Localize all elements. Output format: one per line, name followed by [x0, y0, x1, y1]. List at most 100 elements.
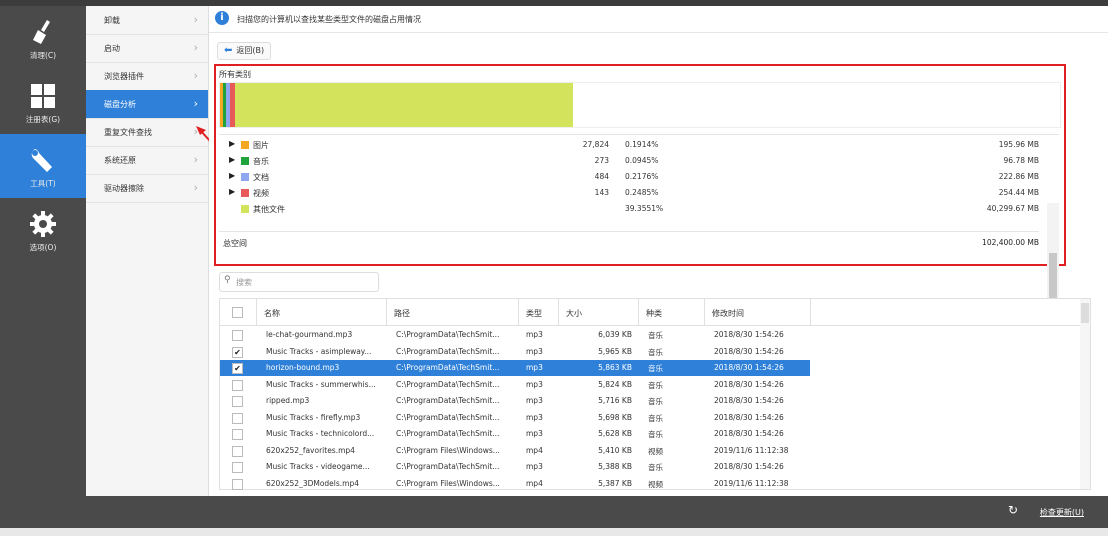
row-checkbox[interactable] — [232, 379, 243, 391]
table-row[interactable]: Music Tracks - videogame... C:\ProgramDat… — [220, 459, 810, 475]
row-checkbox[interactable]: ✔ — [232, 363, 243, 374]
category-percent: 0.2485% — [625, 188, 659, 197]
cell-name: le-chat-gourmand.mp3 — [266, 330, 353, 339]
category-row[interactable]: ▶ 音乐 273 0.0945% 96.78 MB — [219, 153, 1039, 169]
usage-bar — [219, 82, 1061, 128]
expand-icon[interactable]: ▶ — [229, 139, 235, 148]
nav-label: 选项(O) — [29, 243, 57, 252]
subnav-drive-wiper[interactable]: 驱动器擦除 › — [86, 174, 208, 203]
row-checkbox[interactable] — [232, 478, 243, 490]
cell-path: C:\ProgramData\TechSmit... — [396, 412, 500, 422]
category-name: 文档 — [253, 173, 269, 182]
category-row[interactable]: ▶ 文档 484 0.2176% 222.86 MB — [219, 169, 1039, 185]
cell-type: mp3 — [526, 412, 543, 422]
cell-size: 5,965 KB — [598, 346, 632, 356]
refresh-icon: ↻ — [1007, 503, 1018, 517]
search-placeholder: 搜索 — [236, 278, 252, 287]
cell-path: C:\Program Files\Windows... — [396, 478, 500, 488]
category-name: 图片 — [253, 141, 269, 150]
column-header-size[interactable]: 大小 — [558, 299, 639, 325]
cell-path: C:\ProgramData\TechSmit... — [396, 396, 500, 405]
nav-registry[interactable]: 注册表(G) — [0, 70, 86, 134]
cell-type: mp4 — [526, 445, 543, 455]
table-row[interactable]: Music Tracks - technicolord... C:\Program… — [220, 426, 810, 442]
cell-size: 5,387 KB — [598, 478, 632, 488]
cell-kind: 音乐 — [648, 347, 663, 357]
table-row[interactable]: ✔ horizon-bound.mp3 C:\ProgramData\TechSmi… — [220, 360, 810, 376]
category-percent: 0.1914% — [625, 140, 659, 149]
category-size: 96.78 MB — [1003, 156, 1039, 165]
cell-mtime: 2018/8/30 1:54:26 — [714, 462, 784, 471]
cell-mtime: 2018/8/30 1:54:26 — [714, 363, 784, 372]
cell-mtime: 2018/8/30 1:54:26 — [714, 379, 784, 389]
row-checkbox[interactable]: ✔ — [232, 346, 243, 358]
table-scrollbar[interactable] — [1080, 299, 1090, 489]
subnav-browser-plugins[interactable]: 浏览器插件 › — [86, 62, 208, 91]
expand-icon[interactable]: ▶ — [229, 155, 235, 164]
cell-mtime: 2019/11/6 11:12:38 — [714, 478, 789, 488]
cell-name: 620x252_3DModels.mp4 — [266, 478, 360, 488]
chevron-right-icon: › — [193, 181, 198, 194]
cell-name: Music Tracks - technicolord... — [266, 429, 375, 438]
search-field[interactable]: ⚲ 搜索 — [219, 272, 379, 292]
table-row[interactable]: Music Tracks - summerwhis... C:\ProgramDa… — [220, 377, 810, 393]
cell-size: 5,698 KB — [598, 412, 632, 422]
row-checkbox[interactable] — [232, 412, 243, 424]
row-checkbox[interactable] — [232, 330, 243, 341]
column-header-kind[interactable]: 种类 — [638, 299, 705, 325]
column-header-modified[interactable]: 修改时间 — [704, 299, 811, 325]
row-checkbox[interactable] — [232, 429, 243, 440]
table-row[interactable]: ✔ Music Tracks - asimpleway... C:\ProgramD… — [220, 344, 810, 360]
cell-path: C:\ProgramData\TechSmit... — [396, 429, 500, 438]
info-bar: i 扫描您的计算机以查找某些类型文件的磁盘占用情况 — [209, 6, 1108, 33]
category-percent: 39.3551% — [625, 204, 664, 213]
nav-options[interactable]: 选项(O) — [0, 198, 86, 262]
scrollbar-thumb[interactable] — [1081, 303, 1089, 323]
usage-segment-other — [235, 83, 573, 127]
row-checkbox[interactable] — [232, 462, 243, 473]
expand-icon[interactable]: ▶ — [229, 171, 235, 180]
nav-cleaner[interactable]: 清理(C) — [0, 6, 86, 70]
category-row[interactable]: ▶ 图片 27,824 0.1914% 195.96 MB — [219, 137, 1039, 153]
nav-tools[interactable]: 工具(T) — [0, 134, 86, 198]
select-all-checkbox[interactable] — [232, 307, 243, 318]
cell-size: 5,824 KB — [598, 379, 632, 389]
total-label: 总空间 — [223, 239, 247, 248]
column-header-path[interactable]: 路径 — [386, 299, 519, 325]
cell-type: mp3 — [526, 330, 543, 339]
nav-label: 注册表(G) — [25, 115, 61, 124]
row-checkbox[interactable] — [232, 396, 243, 407]
color-swatch — [241, 141, 249, 149]
table-row[interactable]: Music Tracks - firefly.mp3 C:\ProgramData… — [220, 410, 810, 426]
category-name: 视频 — [253, 189, 269, 198]
column-header-type[interactable]: 类型 — [518, 299, 559, 325]
cell-kind: 音乐 — [648, 430, 663, 439]
table-row[interactable]: 620x252_favorites.mp4 C:\Program Files\Wi… — [220, 443, 810, 459]
select-all-column[interactable] — [220, 299, 257, 325]
expand-icon[interactable]: ▶ — [229, 187, 235, 196]
table-row[interactable]: le-chat-gourmand.mp3 C:\ProgramData\TechS… — [220, 327, 810, 343]
subnav-startup[interactable]: 启动 › — [86, 34, 208, 63]
main-panel: i 扫描您的计算机以查找某些类型文件的磁盘占用情况 ⬅ 返回(B) 所有类别 ▶ … — [209, 6, 1108, 496]
column-header-name[interactable]: 名称 — [256, 299, 387, 325]
cell-path: C:\ProgramData\TechSmit... — [396, 330, 500, 339]
status-bar: ↻ 检查更新(U) — [86, 496, 1108, 528]
category-size: 40,299.67 MB — [986, 204, 1039, 213]
subnav-uninstall[interactable]: 卸载 › — [86, 6, 208, 35]
cell-path: C:\ProgramData\TechSmit... — [396, 363, 500, 372]
cell-size: 5,410 KB — [598, 445, 632, 455]
category-percent: 0.0945% — [625, 156, 659, 165]
row-checkbox[interactable] — [232, 445, 243, 457]
back-button-label: 返回(B) — [236, 46, 265, 55]
tools-subnav: 卸载 › 启动 › 浏览器插件 › 磁盘分析 › 重复文件查找 › 系统还原 › 驱动器擦除… — [86, 6, 209, 496]
chevron-right-icon: › — [193, 97, 198, 110]
cell-type: mp3 — [526, 346, 543, 356]
category-row[interactable]: ▶ 视频 143 0.2485% 254.44 MB — [219, 185, 1039, 201]
check-updates-link[interactable]: 检查更新(U) — [1040, 507, 1084, 518]
back-button[interactable]: ⬅ 返回(B) — [217, 42, 272, 60]
category-row[interactable]: 其他文件 39.3551% 40,299.67 MB — [219, 201, 1039, 217]
table-row[interactable]: ripped.mp3 C:\ProgramData\TechSmit... mp3 5… — [220, 393, 810, 409]
file-table: 名称 路径 类型 大小 种类 修改时间 le-chat-gourmand.mp3… — [219, 298, 1091, 490]
table-row[interactable]: 620x252_3DModels.mp4 C:\Program Files\Win… — [220, 476, 810, 492]
subnav-disk-analysis[interactable]: 磁盘分析 › — [86, 90, 208, 119]
